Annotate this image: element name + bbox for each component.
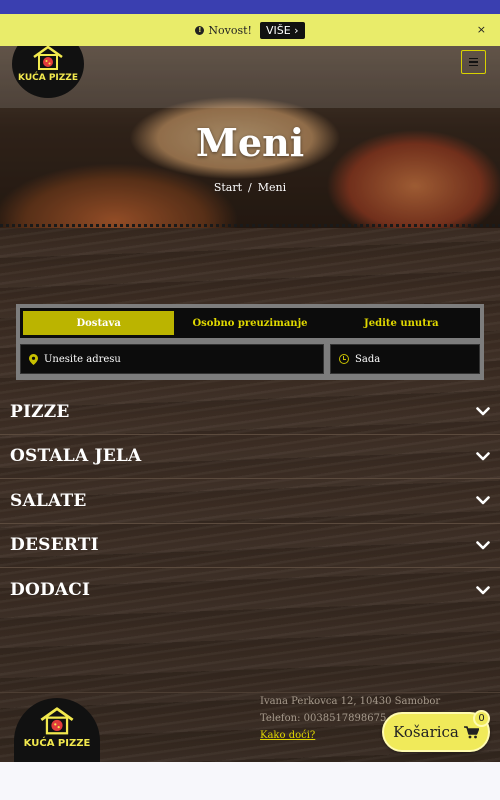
page-title: Meni bbox=[195, 120, 305, 165]
breadcrumb: Start / Meni bbox=[0, 181, 500, 194]
category-label: DESERTI bbox=[10, 535, 99, 556]
cart-button[interactable]: Košarica 0 bbox=[382, 710, 490, 752]
page-bottom bbox=[0, 762, 500, 800]
divider bbox=[0, 224, 500, 228]
footer-address: Ivana Perkovca 12, 10430 Samobor bbox=[260, 696, 441, 707]
hamburger-menu-icon[interactable] bbox=[461, 50, 486, 74]
category-pizze[interactable]: PIZZE bbox=[0, 390, 500, 435]
order-options-panel: Dostava Osobno preuzimanje Jedite unutra… bbox=[16, 304, 484, 380]
shopping-cart-icon bbox=[463, 725, 479, 738]
breadcrumb-current: Meni bbox=[257, 181, 287, 194]
category-label: SALATE bbox=[10, 490, 87, 511]
tab-osobno-preuzimanje[interactable]: Osobno preuzimanje bbox=[174, 311, 325, 335]
category-label: PIZZE bbox=[10, 401, 70, 422]
category-label: OSTALA JELA bbox=[10, 446, 142, 467]
category-dodaci[interactable]: DODACI bbox=[0, 568, 500, 613]
chevron-down-icon bbox=[476, 407, 490, 416]
breadcrumb-start[interactable]: Start bbox=[214, 181, 242, 194]
category-list: PIZZE OSTALA JELA SALATE DESERTI DODACI bbox=[0, 390, 500, 613]
order-type-tabs: Dostava Osobno preuzimanje Jedite unutra bbox=[20, 308, 480, 338]
time-value: Sada bbox=[355, 353, 381, 365]
chevron-down-icon bbox=[476, 451, 490, 461]
category-ostala-jela[interactable]: OSTALA JELA bbox=[0, 435, 500, 479]
chevron-down-icon bbox=[476, 496, 490, 505]
address-placeholder: Unesite adresu bbox=[44, 353, 121, 365]
category-label: DODACI bbox=[10, 580, 91, 601]
chevron-down-icon bbox=[476, 540, 490, 550]
top-bar bbox=[0, 0, 500, 14]
cart-count-badge: 0 bbox=[473, 710, 490, 727]
close-icon[interactable]: × bbox=[477, 23, 486, 36]
clock-icon bbox=[339, 354, 349, 364]
tab-dostava[interactable]: Dostava bbox=[23, 311, 175, 335]
category-deserti[interactable]: DESERTI bbox=[0, 524, 500, 568]
house-logo-icon bbox=[40, 707, 74, 735]
tab-jedite-unutra[interactable]: Jedite unutra bbox=[326, 311, 477, 335]
time-selector[interactable]: Sada bbox=[330, 344, 480, 374]
category-salate[interactable]: SALATE bbox=[0, 479, 500, 524]
footer-brand-name: KUĆA PIZZE bbox=[23, 738, 91, 749]
notice-bar: ! Novost! VIŠE › × bbox=[0, 14, 500, 46]
map-pin-icon bbox=[29, 353, 38, 365]
brand-name: KUĆA PIZZE bbox=[18, 73, 78, 83]
notice-more-button[interactable]: VIŠE › bbox=[259, 21, 305, 39]
cart-label: Košarica bbox=[393, 723, 459, 741]
chevron-down-icon bbox=[476, 585, 490, 595]
breadcrumb-separator: / bbox=[248, 181, 252, 194]
address-input[interactable]: Unesite adresu bbox=[20, 344, 324, 374]
notice-text: Novost! bbox=[208, 23, 252, 37]
house-logo-icon bbox=[33, 45, 63, 70]
info-icon: ! bbox=[195, 25, 205, 35]
